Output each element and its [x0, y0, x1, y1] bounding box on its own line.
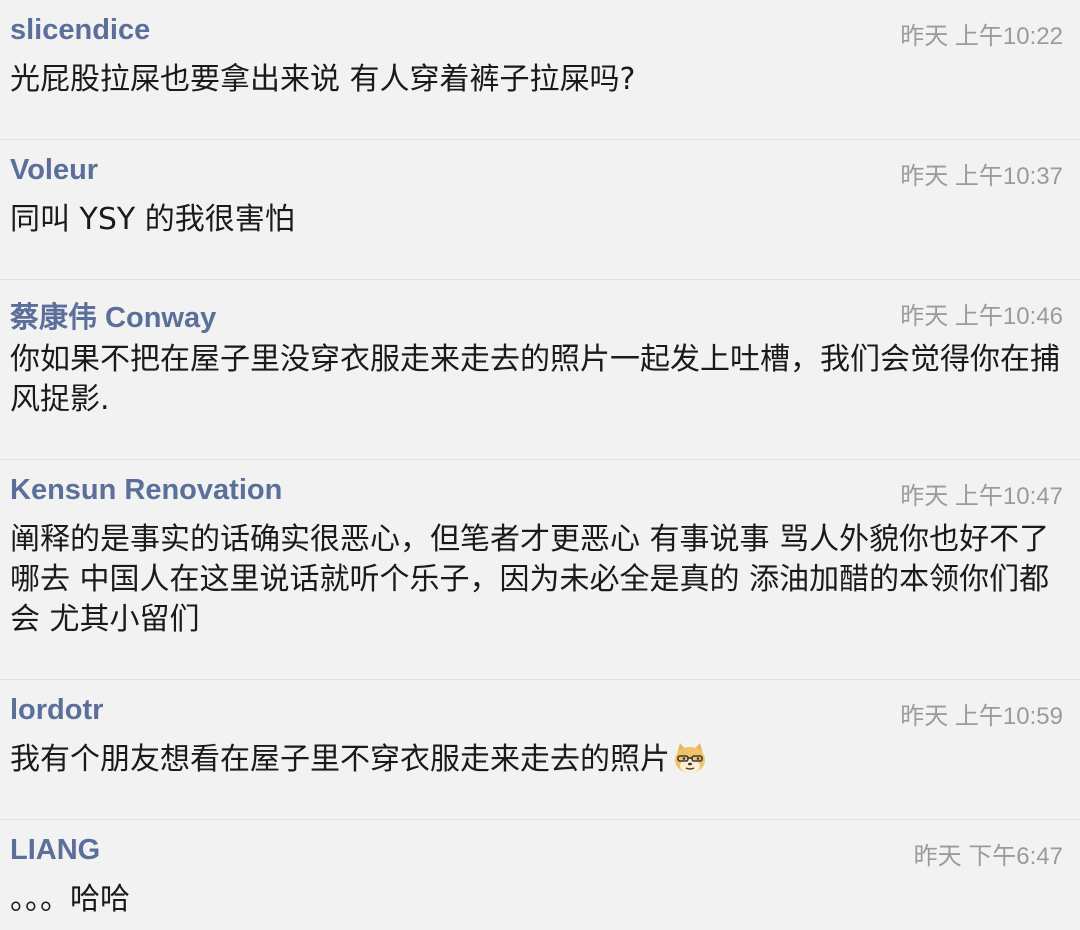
comment-author[interactable]: LIANG: [10, 834, 100, 867]
comment-author[interactable]: slicendice: [10, 14, 150, 47]
comment-text: 。。。哈哈: [10, 882, 130, 917]
comment-text: 光屁股拉屎也要拿出来说 有人穿着裤子拉屎吗?: [10, 62, 636, 97]
comment-time: 昨天 上午10:59: [900, 703, 1063, 730]
comment-time: 昨天 上午10:46: [900, 303, 1063, 330]
comment-text: 我有个朋友想看在屋子里不穿衣服走来走去的照片: [10, 742, 670, 777]
comment-author[interactable]: 蔡康伟 Conway: [10, 294, 216, 336]
comment-item: Kensun Renovation 昨天 上午10:47 阐释的是事实的话确实很…: [0, 460, 1080, 680]
comment-author[interactable]: Kensun Renovation: [10, 474, 282, 507]
comment-item: Voleur 昨天 上午10:37 同叫 YSY 的我很害怕: [0, 140, 1080, 280]
comment-time: 昨天 上午10:47: [900, 483, 1063, 510]
comment-body: 我有个朋友想看在屋子里不穿衣服走来走去的照片: [10, 740, 1070, 780]
comment-time: 昨天 上午10:22: [900, 23, 1063, 50]
comment-item: slicendice 昨天 上午10:22 光屁股拉屎也要拿出来说 有人穿着裤子…: [0, 0, 1080, 140]
comment-list: slicendice 昨天 上午10:22 光屁股拉屎也要拿出来说 有人穿着裤子…: [0, 0, 1080, 930]
comment-item: 蔡康伟 Conway 昨天 上午10:46 你如果不把在屋子里没穿衣服走来走去的…: [0, 280, 1080, 460]
doge-emoji-icon: [675, 743, 705, 773]
comment-item: lordotr 昨天 上午10:59 我有个朋友想看在屋子里不穿衣服走来走去的照…: [0, 680, 1080, 820]
comment-time: 昨天 上午10:37: [900, 163, 1063, 190]
comment-item: LIANG 昨天 下午6:47 。。。哈哈: [0, 820, 1080, 930]
comment-author[interactable]: lordotr: [10, 694, 103, 727]
comment-time: 昨天 下午6:47: [913, 843, 1063, 870]
comment-text: 同叫 YSY 的我很害怕: [10, 202, 295, 237]
comment-text: 你如果不把在屋子里没穿衣服走来走去的照片一起发上吐槽，我们会觉得你在捕风捉影.: [10, 342, 1060, 417]
comment-text: 阐释的是事实的话确实很恶心，但笔者才更恶心 有事说事 骂人外貌你也好不了哪去 中…: [10, 522, 1050, 637]
comment-author[interactable]: Voleur: [10, 154, 98, 187]
